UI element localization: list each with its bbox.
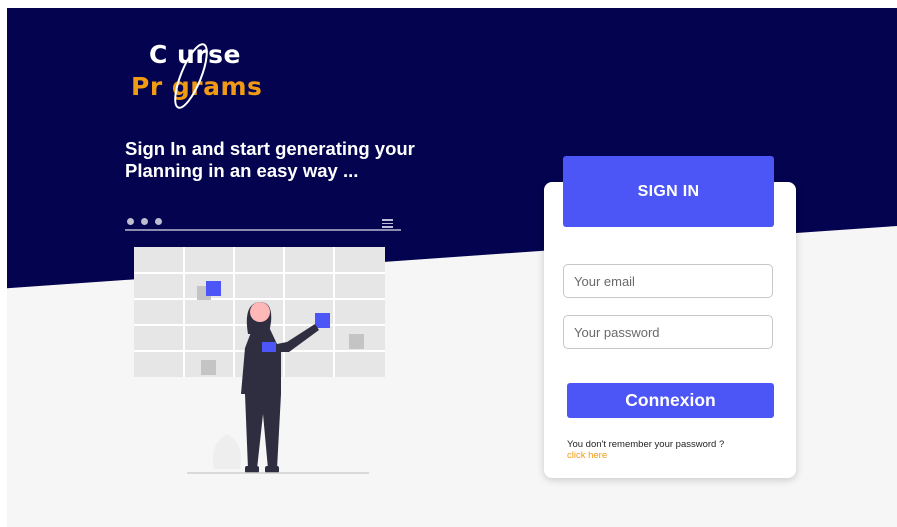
tagline-line-1: Sign In and start generating your — [125, 138, 415, 159]
plant-icon — [212, 434, 242, 469]
forgot-password-text: You don't remember your password ? — [567, 439, 725, 450]
connexion-button[interactable]: Connexion — [567, 383, 774, 418]
forgot-password-link[interactable]: click here — [567, 450, 724, 461]
page: C urse Pr grams Sign In and start genera… — [7, 8, 897, 527]
forgot-password: You don't remember your password ? click… — [567, 439, 724, 461]
tagline-line-2: Planning in an easy way ... — [125, 160, 359, 181]
logo: C urse Pr grams — [125, 38, 345, 113]
password-input[interactable] — [563, 315, 773, 349]
calendar-block-highlight — [206, 281, 221, 296]
window-dot-icon — [127, 218, 134, 225]
calendar-block — [201, 360, 216, 375]
calendar-block-highlight — [315, 313, 330, 328]
email-input[interactable] — [563, 264, 773, 298]
logo-ring-icon — [174, 43, 208, 109]
browser-bar-rule — [125, 229, 401, 231]
browser-bar-illustration — [125, 215, 401, 233]
menu-lines-icon — [382, 219, 393, 230]
sign-in-header: SIGN IN — [563, 156, 774, 227]
calendar-block — [349, 334, 364, 349]
calendar-person-illustration — [134, 247, 385, 474]
window-dot-icon — [141, 218, 148, 225]
hero-tagline: Sign In and start generating your Planni… — [125, 138, 525, 182]
window-dot-icon — [155, 218, 162, 225]
